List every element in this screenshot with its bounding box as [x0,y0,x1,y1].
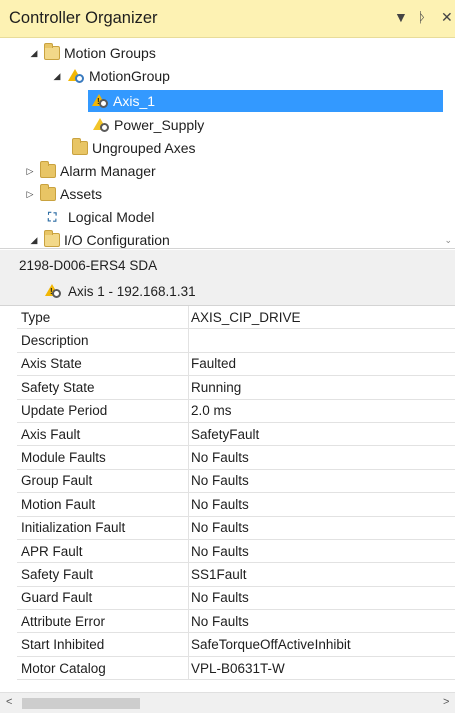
property-name: Axis Fault [17,422,189,446]
panel-titlebar: Controller Organizer ▼ ᚦ ✕ [0,0,455,38]
property-name: Guard Fault [17,586,189,610]
property-name: APR Fault [17,539,189,563]
scroll-right-icon[interactable]: > [443,696,449,708]
property-name: Start Inhibited [17,633,189,656]
property-value: No Faults [191,520,249,536]
property-row[interactable]: Motor Catalog VPL-B0631T-W [17,656,455,681]
tree-item-motion-groups[interactable]: ◢ Motion Groups [28,42,156,64]
tree-item-label: Motion Groups [64,45,156,61]
property-name: Group Fault [17,469,189,493]
property-row[interactable]: Guard Fault No Faults [17,586,455,611]
power-supply-icon [92,117,110,133]
tree-item-motiongroup[interactable]: ◢ MotionGroup [51,65,170,87]
collapse-arrow-icon[interactable]: ◢ [28,48,40,59]
property-value: No Faults [191,450,249,466]
tree-item-io-configuration[interactable]: ◢ I/O Configuration [28,229,170,248]
property-name: Description [17,329,189,352]
property-name: Safety State [17,376,189,399]
property-value: 2.0 ms [191,403,232,419]
property-row[interactable]: APR Fault No Faults [17,539,455,564]
property-row[interactable]: Motion Fault No Faults [17,493,455,517]
logical-model-icon: ⛶ [48,209,57,224]
properties-grid: Type AXIS_CIP_DRIVE Description Axis Stat… [17,306,455,681]
property-row[interactable]: Start Inhibited SafeTorqueOffActiveInhibi… [17,633,455,657]
organizer-tree[interactable]: ◢ Motion Groups ◢ MotionGroup ! Axis_1 P… [0,38,455,249]
property-row[interactable]: Attribute Error No Faults [17,610,455,634]
property-value: AXIS_CIP_DRIVE [191,309,301,325]
scrollbar-thumb[interactable] [22,698,140,709]
horizontal-scrollbar[interactable]: < > [0,692,455,713]
pin-icon[interactable]: ᚦ [418,9,426,25]
property-name: Motion Fault [17,493,189,516]
property-value[interactable] [189,329,455,351]
property-row[interactable]: Initialization Fault No Faults [17,516,455,540]
folder-icon [40,161,56,178]
tree-item-label: Power_Supply [114,117,205,133]
expand-arrow-icon[interactable]: ▷ [24,166,36,177]
tree-item-label: I/O Configuration [64,232,170,248]
tree-item-label: MotionGroup [89,68,170,84]
folder-icon [40,184,56,201]
tree-item-alarm-manager[interactable]: ▷ Alarm Manager [24,160,156,182]
property-name: Type [17,306,189,329]
folder-icon [72,138,88,155]
tree-item-logical-model[interactable]: ⛶ Logical Model [48,206,154,228]
scroll-down-icon[interactable]: ⌄ [444,235,452,246]
motion-group-icon [67,68,85,84]
axis-warning-icon: ! [44,283,62,299]
property-row[interactable]: Description [17,329,455,353]
property-name: Axis State [17,352,189,376]
property-row[interactable]: Safety State Running [17,376,455,400]
property-row[interactable]: Axis Fault SafetyFault [17,422,455,447]
property-value: VPL-B0631T-W [191,660,285,676]
collapse-arrow-icon[interactable]: ◢ [51,71,63,82]
folder-open-icon [44,43,60,60]
collapse-arrow-icon[interactable]: ◢ [28,235,40,246]
property-value: SafetyFault [191,426,260,442]
axis-subtitle-text: Axis 1 - 192.168.1.31 [68,283,196,299]
close-icon[interactable]: ✕ [441,9,453,26]
property-value: No Faults [191,590,249,606]
tree-item-label: Logical Model [68,209,155,225]
property-value: Running [191,379,242,395]
property-name: Initialization Fault [17,516,189,539]
property-row[interactable]: Safety Fault SS1Fault [17,563,455,587]
tree-item-label: Alarm Manager [60,163,156,179]
device-name: 2198-D006-ERS4 SDA [19,258,158,273]
property-row[interactable]: Type AXIS_CIP_DRIVE [17,306,455,330]
property-value: No Faults [191,543,249,559]
tree-item-power-supply[interactable]: Power_Supply [92,114,204,136]
property-value: SS1Fault [191,566,247,582]
property-row[interactable]: Update Period 2.0 ms [17,399,455,423]
property-name: Motor Catalog [17,656,189,680]
tree-item-assets[interactable]: ▷ Assets [24,183,102,205]
property-value: No Faults [191,496,249,512]
axis-warning-icon: ! [91,93,109,109]
property-row[interactable]: Axis State Faulted [17,352,455,377]
axis-subtitle: ! Axis 1 - 192.168.1.31 [44,283,196,299]
property-name: Safety Fault [17,563,189,586]
properties-header: 2198-D006-ERS4 SDA ! Axis 1 - 192.168.1.… [0,250,455,306]
tree-item-label: Axis_1 [113,93,156,109]
tree-item-label: Ungrouped Axes [92,140,196,156]
property-row[interactable]: Group Fault No Faults [17,469,455,494]
property-value: No Faults [191,473,249,489]
properties-panel: 2198-D006-ERS4 SDA ! Axis 1 - 192.168.1.… [0,250,455,690]
expand-arrow-icon[interactable]: ▷ [24,189,36,200]
property-value: No Faults [191,613,249,629]
property-value: Faulted [191,356,237,372]
property-value: SafeTorqueOffActiveInhibit [191,637,351,653]
dropdown-icon[interactable]: ▼ [394,9,408,25]
property-row[interactable]: Module Faults No Faults [17,446,455,470]
property-name: Attribute Error [17,610,189,633]
scroll-left-icon[interactable]: < [6,696,12,708]
folder-open-icon [44,230,60,247]
panel-title: Controller Organizer [9,9,158,27]
tree-item-axis-1[interactable]: ! Axis_1 [88,90,443,112]
property-name: Update Period [17,399,189,422]
tree-item-label: Assets [60,186,103,202]
tree-item-ungrouped-axes[interactable]: Ungrouped Axes [72,137,196,159]
property-name: Module Faults [17,446,189,469]
